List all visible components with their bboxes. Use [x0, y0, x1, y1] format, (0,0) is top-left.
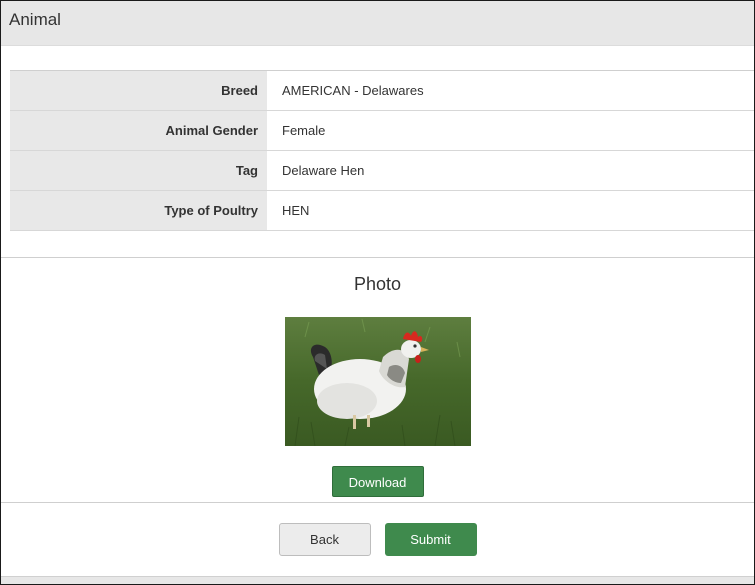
animal-panel: Animal Breed AMERICAN - Delawares Animal… [0, 0, 755, 585]
form-actions: Back Submit [1, 503, 754, 576]
panel-title: Animal [1, 1, 754, 46]
table-row: Tag Delaware Hen [10, 150, 754, 191]
breed-value: AMERICAN - Delawares [267, 70, 754, 111]
photo-title: Photo [353, 274, 402, 294]
table-row: Animal Gender Female [10, 110, 754, 151]
type-of-poultry-label: Type of Poultry [10, 190, 267, 231]
back-button[interactable]: Back [278, 523, 371, 556]
tag-value: Delaware Hen [267, 150, 754, 191]
animal-photo [284, 317, 471, 446]
submit-button[interactable]: Submit [384, 523, 477, 556]
panel-footer [1, 576, 754, 584]
animal-gender-label: Animal Gender [10, 110, 267, 151]
photo-section: Photo Download [1, 273, 754, 497]
tag-label: Tag [10, 150, 267, 191]
animal-gender-value: Female [267, 110, 754, 151]
details-table: Breed AMERICAN - Delawares Animal Gender… [10, 70, 754, 231]
type-of-poultry-value: HEN [267, 190, 754, 231]
breed-label: Breed [10, 70, 267, 111]
download-button[interactable]: Download [331, 466, 424, 497]
hen-image [284, 317, 471, 446]
table-row: Type of Poultry HEN [10, 190, 754, 231]
table-row: Breed AMERICAN - Delawares [10, 70, 754, 111]
